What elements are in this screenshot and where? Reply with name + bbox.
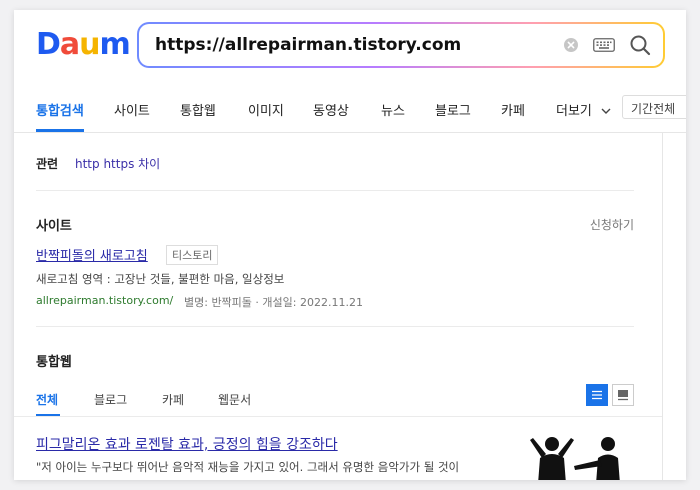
related-search-link[interactable]: http https 차이 xyxy=(75,155,160,172)
search-box-inner xyxy=(139,24,663,66)
browser-page: D a u m 통합검색 사이트 통합웹 이미지 동영상 뉴스 블로그 카페 xyxy=(14,10,686,480)
tab-blog[interactable]: 블로그 xyxy=(435,100,471,119)
site-result-title[interactable]: 반짝피돌의 새로고침 xyxy=(36,245,148,264)
more-tabs-label: 더보기 xyxy=(556,104,592,119)
search-input[interactable] xyxy=(153,34,549,56)
tab-video[interactable]: 동영상 xyxy=(313,100,349,119)
clear-icon[interactable] xyxy=(563,37,579,53)
web-result-thumbnail[interactable] xyxy=(522,434,634,480)
search-box xyxy=(137,22,665,68)
logo-letter: D xyxy=(36,27,61,62)
tab-news[interactable]: 뉴스 xyxy=(381,100,405,119)
period-filter-label: 기간전체 xyxy=(631,102,676,116)
web-subtabs: 전체 블로그 카페 웹문서 xyxy=(14,382,662,417)
section-divider xyxy=(36,190,634,191)
tab-image[interactable]: 이미지 xyxy=(248,100,284,119)
site-result-meta: 별명: 반짝피돌 · 개설일: 2022.11.21 xyxy=(184,296,363,309)
subtab-all[interactable]: 전체 xyxy=(36,391,58,408)
daum-logo[interactable]: D a u m xyxy=(36,27,131,62)
tab-site[interactable]: 사이트 xyxy=(114,100,150,119)
tab-integrated-web[interactable]: 통합웹 xyxy=(180,100,216,119)
period-filter-button[interactable]: 기간전체 xyxy=(622,95,686,119)
pointing-figures-illustration xyxy=(530,437,620,480)
list-view-button[interactable] xyxy=(586,384,608,406)
web-result-snippet: "저 아이는 누구보다 뛰어난 음악적 재능을 가지고 있어. 그래서 유명한 … xyxy=(36,460,460,474)
list-icon xyxy=(592,390,602,400)
keyboard-icon[interactable] xyxy=(593,38,615,52)
card-icon xyxy=(618,390,628,401)
search-icon[interactable] xyxy=(629,34,651,56)
site-result-url[interactable]: allrepairman.tistory.com/ xyxy=(36,294,173,307)
subtab-web-documents[interactable]: 웹문서 xyxy=(218,391,251,408)
web-section-title: 통합웹 xyxy=(36,355,72,370)
site-apply-link[interactable]: 신청하기 xyxy=(590,216,634,233)
active-tab-indicator xyxy=(36,129,84,132)
chevron-down-icon xyxy=(601,108,611,114)
web-result-title[interactable]: 피그말리온 효과 로젠탈 효과, 긍정의 힘을 강조하다 xyxy=(36,434,338,454)
site-section-title: 사이트 xyxy=(36,219,72,234)
search-tabs: 통합검색 사이트 통합웹 이미지 동영상 뉴스 블로그 카페 더보기 기간전체 xyxy=(14,86,686,133)
card-view-button[interactable] xyxy=(612,384,634,406)
logo-letter: a xyxy=(59,27,80,62)
active-subtab-indicator xyxy=(36,414,60,416)
subtab-cafe[interactable]: 카페 xyxy=(162,391,184,408)
related-label: 관련 xyxy=(36,157,59,171)
more-tabs-button[interactable]: 더보기 xyxy=(556,100,611,119)
tab-integrated-search[interactable]: 통합검색 xyxy=(36,100,84,119)
logo-letter: m xyxy=(99,27,131,62)
section-divider xyxy=(36,326,634,327)
site-result-description: 새로고침 영역 : 고장난 것들, 불편한 마음, 일상정보 xyxy=(36,272,285,286)
sidebar-divider xyxy=(662,132,663,480)
tab-cafe[interactable]: 카페 xyxy=(501,100,525,119)
subtab-blog[interactable]: 블로그 xyxy=(94,391,127,408)
logo-letter: u xyxy=(79,27,100,62)
site-platform-badge: 티스토리 xyxy=(166,245,219,265)
